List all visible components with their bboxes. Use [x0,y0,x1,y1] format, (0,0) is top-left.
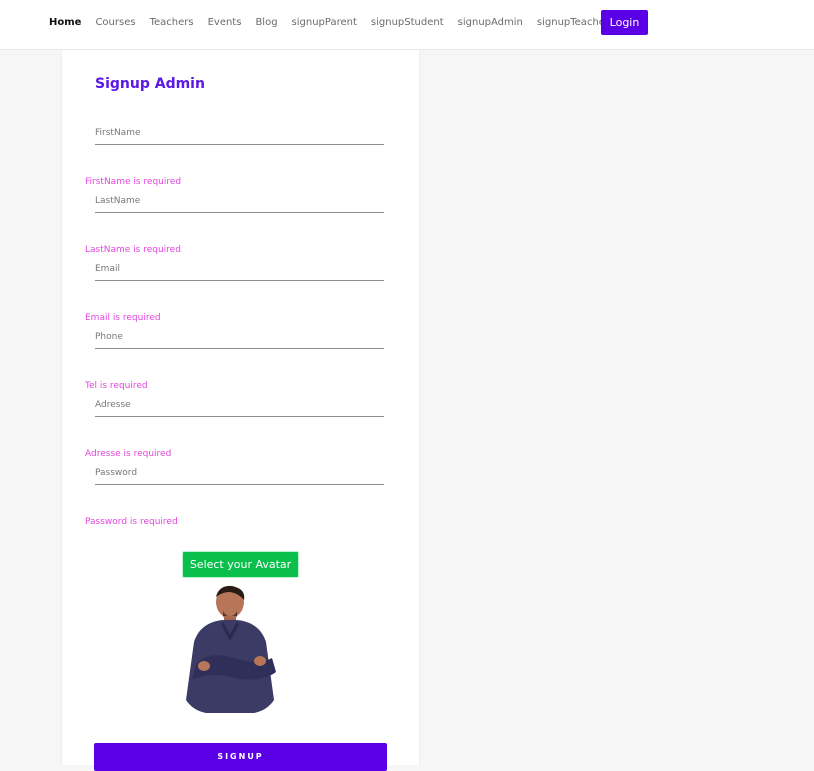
nav-blog-link[interactable]: Blog [255,18,277,28]
password-field [95,463,384,485]
phone-field [95,327,384,349]
page-title: Signup Admin [95,76,205,92]
phone-input[interactable] [95,327,384,347]
main-nav: Home Courses Teachers Events Blog signup… [49,0,623,46]
nav-events-link[interactable]: Events [208,18,242,28]
avatar-illustration [180,580,280,713]
phone-error: Tel is required [85,381,148,391]
email-field [95,259,384,281]
top-navbar: Home Courses Teachers Events Blog signup… [0,0,814,50]
nav-teachers-link[interactable]: Teachers [150,18,194,28]
nav-home-link[interactable]: Home [49,18,81,28]
nav-signup-parent-link[interactable]: signupParent [292,18,357,28]
login-button[interactable]: Login [601,10,648,35]
nav-courses-link[interactable]: Courses [95,18,135,28]
nav-signup-admin-link[interactable]: signupAdmin [458,18,523,28]
nav-signup-student-link[interactable]: signupStudent [371,18,444,28]
signup-button[interactable]: SIGNUP [94,743,387,771]
firstname-input[interactable] [95,123,384,143]
lastname-error: LastName is required [85,245,181,255]
nav-signup-teacher-link[interactable]: signupTeacher [537,18,609,28]
email-error: Email is required [85,313,161,323]
firstname-field [95,123,384,145]
firstname-error: FirstName is required [85,177,182,187]
address-input[interactable] [95,395,384,415]
password-error: Password is required [85,517,178,527]
address-error: Adresse is required [85,449,172,459]
signup-form-card: Signup Admin FirstName is required LastN… [61,50,420,771]
lastname-field [95,191,384,213]
lastname-input[interactable] [95,191,384,211]
password-input[interactable] [95,463,384,483]
avatar-image[interactable] [180,580,280,713]
email-input[interactable] [95,259,384,279]
select-avatar-button[interactable]: Select your Avatar [182,551,299,578]
address-field [95,395,384,417]
